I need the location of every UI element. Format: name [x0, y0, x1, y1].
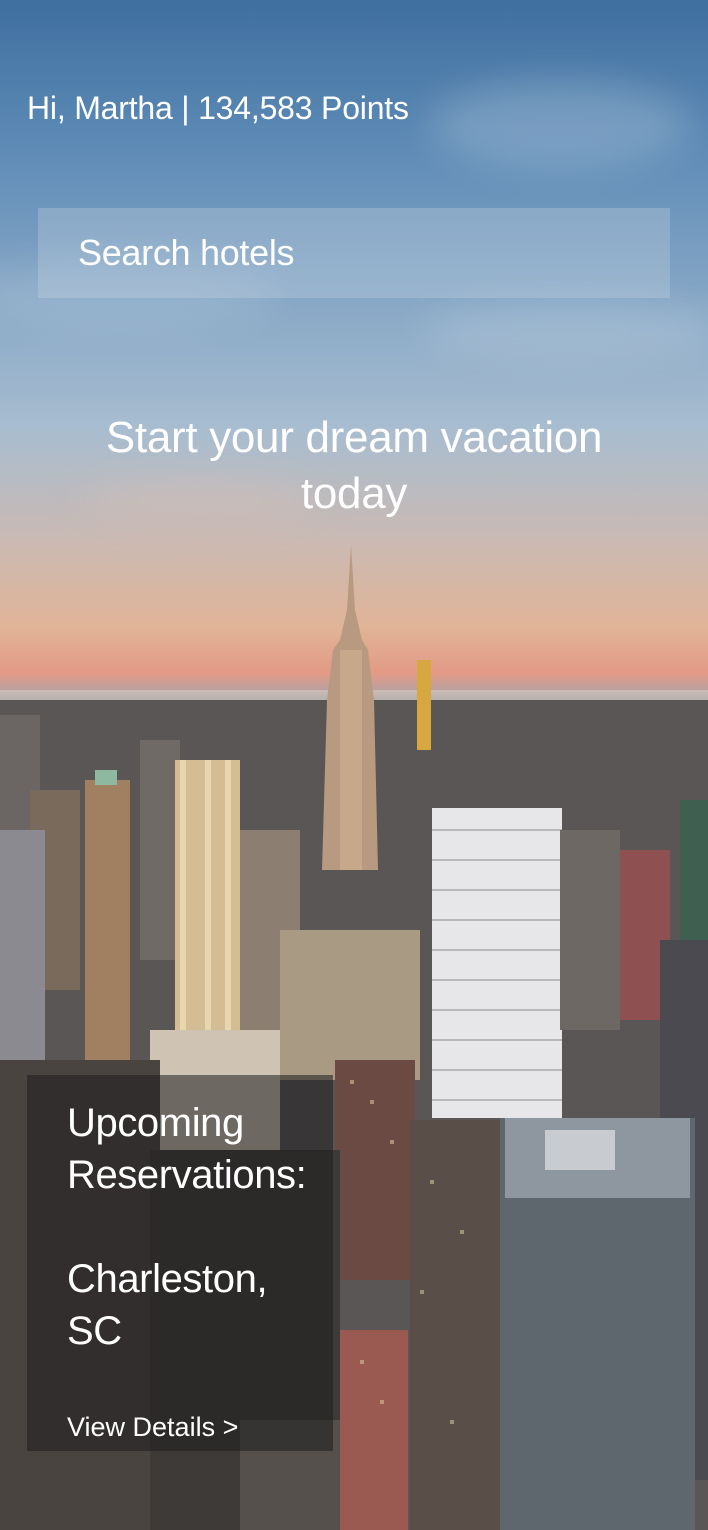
search-hotels-input[interactable]: Search hotels: [38, 208, 670, 298]
hero-headline: Start your dream vacation today: [105, 413, 603, 518]
reservations-heading: Upcoming Reservations:: [67, 1101, 307, 1197]
home-screen: Hi, Martha | 134,583 Points Search hotel…: [0, 0, 708, 1530]
view-details-link[interactable]: View Details >: [67, 1405, 238, 1449]
user-greeting-points: Hi, Martha | 134,583 Points: [27, 90, 409, 126]
upcoming-reservations-card: Upcoming Reservations: Charleston, SC Vi…: [27, 1075, 333, 1451]
search-placeholder-text: Search hotels: [78, 232, 295, 273]
reservation-location: Charleston, SC: [67, 1257, 268, 1353]
